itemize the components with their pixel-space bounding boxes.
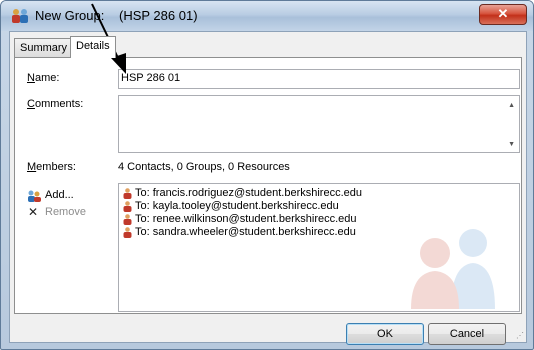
- dialog-window: New Group: (HSP 286 01) ✕ Summary Detail…: [0, 0, 534, 350]
- ok-button[interactable]: OK: [346, 323, 424, 345]
- person-icon: [123, 214, 132, 225]
- details-panel: Name: HSP 286 01 Comments: ▲ ▼ Members: …: [14, 57, 522, 314]
- add-member-icon: [28, 190, 41, 202]
- scroll-down-icon[interactable]: ▼: [508, 141, 515, 148]
- add-label: Add...: [45, 189, 74, 201]
- tab-summary[interactable]: Summary: [14, 38, 74, 57]
- scroll-up-icon[interactable]: ▲: [508, 102, 515, 109]
- group-icon: [12, 9, 28, 23]
- name-field[interactable]: HSP 286 01: [118, 69, 520, 89]
- remove-label: Remove: [45, 206, 86, 218]
- resize-grip-icon[interactable]: ⋰: [516, 331, 524, 340]
- close-button[interactable]: ✕: [479, 4, 527, 25]
- members-summary: 4 Contacts, 0 Groups, 0 Resources: [118, 161, 290, 173]
- window-title-prefix: New Group:: [35, 8, 105, 23]
- comments-label: Comments:: [27, 98, 84, 110]
- comments-field[interactable]: ▲ ▼: [118, 95, 520, 153]
- name-label: Name:: [27, 72, 60, 84]
- members-label: Members:: [27, 161, 76, 173]
- member-address: To: francis.rodriguez@student.berkshirec…: [135, 187, 362, 199]
- close-icon: ✕: [497, 6, 509, 21]
- person-icon: [123, 188, 132, 199]
- remove-x-icon: ✕: [28, 205, 39, 219]
- member-address: To: sandra.wheeler@student.berkshirecc.e…: [135, 226, 356, 238]
- name-value: HSP 286 01: [121, 72, 181, 84]
- dialog-client: Summary Details Name: HSP 286 01 Comment…: [9, 31, 527, 345]
- group-watermark-icon: [411, 229, 495, 309]
- window-title-name: (HSP 286 01): [119, 8, 198, 23]
- tab-details[interactable]: Details: [70, 36, 116, 58]
- members-list[interactable]: To: francis.rodriguez@student.berkshirec…: [118, 183, 520, 312]
- member-address: To: renee.wilkinson@student.berkshirecc.…: [135, 213, 357, 225]
- title-bar[interactable]: New Group: (HSP 286 01) ✕: [1, 1, 533, 31]
- member-address: To: kayla.tooley@student.berkshirecc.edu: [135, 200, 339, 212]
- person-icon: [123, 227, 132, 238]
- cancel-button[interactable]: Cancel: [428, 323, 506, 345]
- person-icon: [123, 201, 132, 212]
